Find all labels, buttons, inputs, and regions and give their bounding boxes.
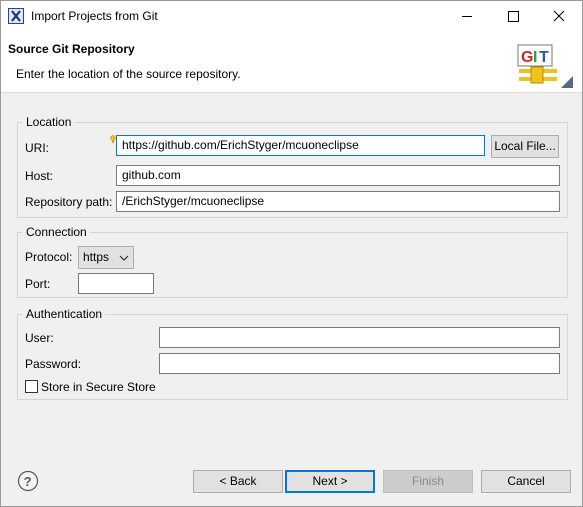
finish-button: Finish <box>383 470 473 493</box>
git-logo-icon: G I T <box>517 44 573 88</box>
dialog-window: Import Projects from Git Source Git Repo… <box>0 0 583 507</box>
protocol-select[interactable]: https <box>78 246 134 269</box>
page-title: Source Git Repository <box>8 42 135 56</box>
window-title: Import Projects from Git <box>31 9 158 23</box>
port-input[interactable] <box>78 273 154 294</box>
repository-path-input[interactable]: /ErichStyger/mcuoneclipse <box>116 191 560 212</box>
local-file-button[interactable]: Local File... <box>491 135 559 158</box>
minimize-icon <box>462 16 472 17</box>
minimize-button[interactable] <box>444 1 490 32</box>
protocol-value: https <box>83 250 110 264</box>
protocol-label: Protocol: <box>25 250 73 264</box>
svg-text:G: G <box>521 49 533 66</box>
user-input[interactable] <box>159 327 560 348</box>
close-button[interactable] <box>536 1 582 32</box>
next-button[interactable]: Next > <box>285 470 375 493</box>
port-label: Port: <box>25 277 51 291</box>
user-label: User: <box>25 331 54 345</box>
svg-text:?: ? <box>24 474 32 489</box>
password-label: Password: <box>25 357 82 371</box>
title-bar[interactable]: Import Projects from Git <box>1 1 582 32</box>
location-group-title: Location <box>23 115 75 129</box>
maximize-button[interactable] <box>490 1 536 32</box>
close-icon <box>553 10 565 22</box>
uri-label: URI: <box>25 141 49 155</box>
connection-group-title: Connection <box>23 225 90 239</box>
chevron-down-icon <box>119 255 129 261</box>
authentication-group-title: Authentication <box>23 307 106 321</box>
help-icon[interactable]: ? <box>17 470 39 492</box>
repository-path-label: Repository path: <box>25 195 113 209</box>
cancel-button[interactable]: Cancel <box>481 470 571 493</box>
wizard-header: Source Git Repository Enter the location… <box>1 32 582 93</box>
svg-text:I: I <box>533 49 537 66</box>
svg-text:T: T <box>539 49 549 66</box>
eclipse-x-icon <box>8 8 24 24</box>
page-description: Enter the location of the source reposit… <box>16 67 241 81</box>
back-button[interactable]: < Back <box>193 470 283 493</box>
password-input[interactable] <box>159 353 560 374</box>
maximize-icon <box>508 11 519 22</box>
host-input[interactable]: github.com <box>116 165 560 186</box>
host-label: Host: <box>25 169 54 183</box>
uri-input[interactable]: https://github.com/ErichStyger/mcuonecli… <box>116 135 485 156</box>
store-secure-checkbox[interactable] <box>25 380 38 393</box>
store-secure-label[interactable]: Store in Secure Store <box>41 380 156 394</box>
